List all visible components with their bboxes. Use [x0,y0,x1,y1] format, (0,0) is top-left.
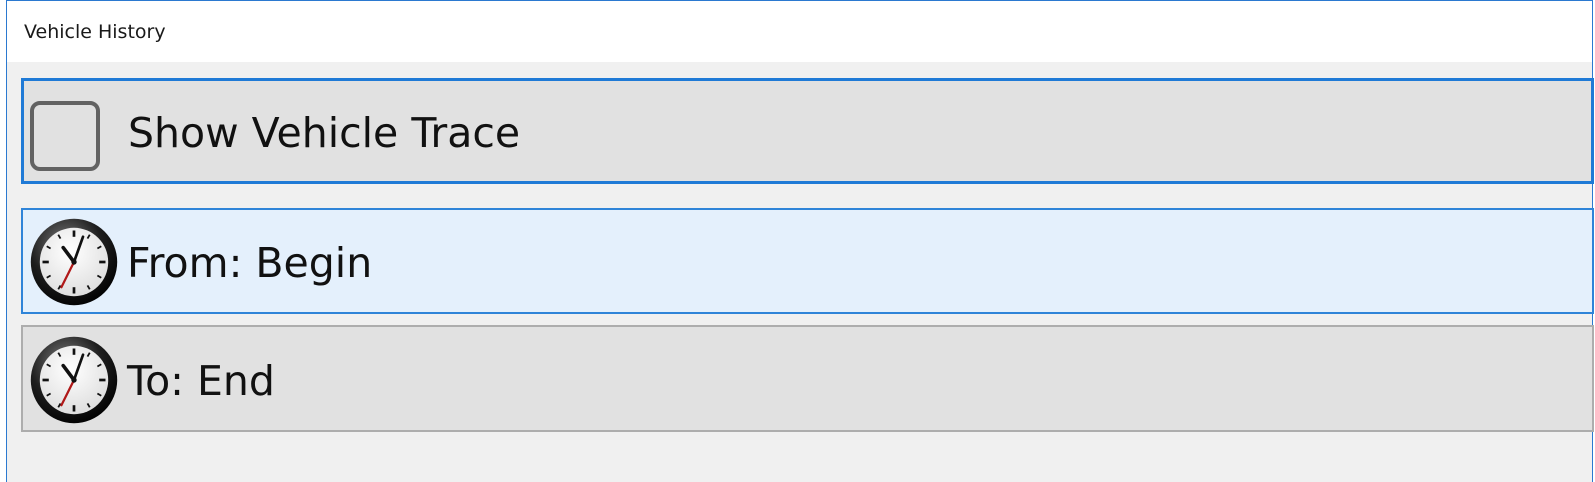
from-time-label: From: Begin [127,239,373,287]
from-time-button[interactable]: From: Begin [21,208,1594,314]
show-vehicle-trace-toggle[interactable]: Show Vehicle Trace [21,78,1594,184]
clock-icon [30,336,118,424]
to-time-button[interactable]: To: End [21,325,1594,432]
title-bar[interactable]: Vehicle History [7,1,1592,62]
to-time-label: To: End [127,357,275,405]
show-vehicle-trace-label: Show Vehicle Trace [128,109,521,157]
vehicle-history-window: Vehicle History Show Vehicle Trace From:… [6,0,1594,482]
clock-icon [30,218,118,306]
show-vehicle-trace-checkbox[interactable] [30,101,100,171]
window-title: Vehicle History [24,21,166,43]
